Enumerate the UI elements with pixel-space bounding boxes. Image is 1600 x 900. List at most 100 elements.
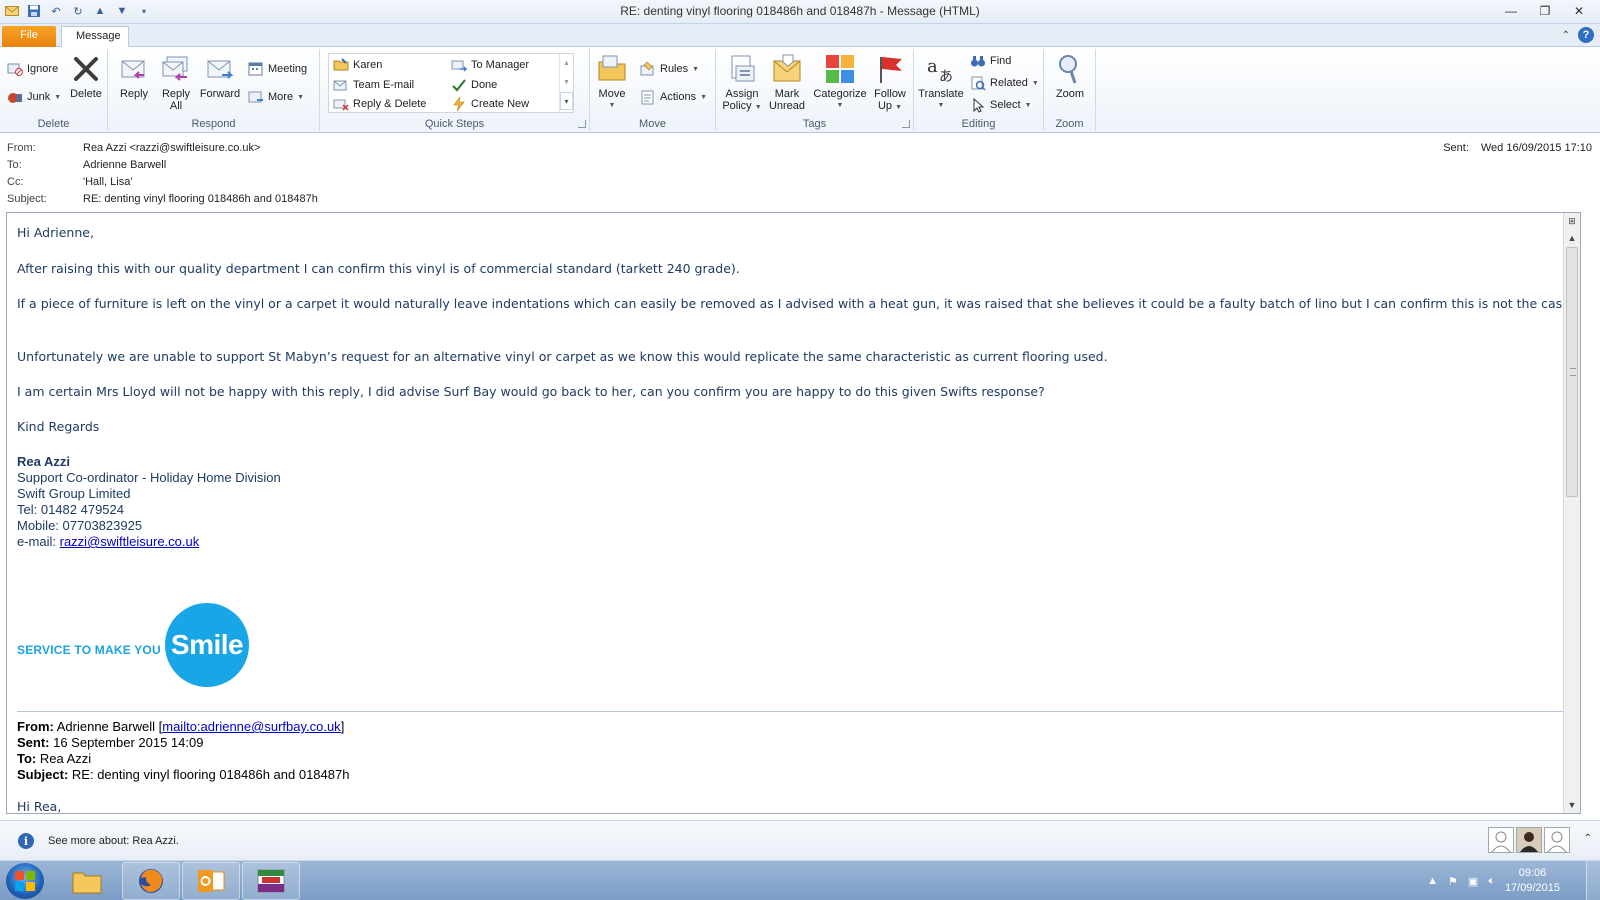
minimize-button[interactable]: — — [1494, 0, 1528, 22]
taskbar-firefox[interactable] — [122, 862, 180, 900]
signature-email-link[interactable]: razzi@swiftleisure.co.uk — [60, 534, 200, 549]
ribbon: Ignore Junk ▼ Delete Delete Reply Reply … — [0, 47, 1600, 133]
scroll-down-icon[interactable]: ▼ — [1564, 797, 1580, 813]
binoculars-icon — [971, 56, 985, 67]
gallery-down-icon[interactable]: ▼ — [560, 73, 573, 92]
quickstep-team-email[interactable]: Team E-mail — [333, 77, 414, 93]
avatar[interactable] — [1544, 827, 1570, 853]
tab-message[interactable]: Message — [61, 26, 129, 47]
related-button[interactable]: Related ▼ — [970, 75, 1039, 91]
quickstep-create-new[interactable]: Create New — [451, 96, 529, 112]
rules-label: Rules — [660, 63, 689, 75]
sent-label: Sent: — [1443, 142, 1469, 154]
delete-button[interactable]: Delete — [66, 53, 106, 100]
tags-group: Assign Policy ▼ Mark Unread Categorize ▼… — [716, 49, 914, 131]
chevron-down-icon: ▼ — [1024, 101, 1032, 109]
gallery-up-icon[interactable]: ▲ — [560, 54, 573, 73]
tab-file[interactable]: File — [2, 26, 56, 47]
original-greeting: Hi Rea, — [17, 799, 62, 814]
zoom-label: Zoom — [1055, 88, 1085, 100]
forward-icon — [207, 60, 234, 79]
junk-button[interactable]: Junk ▼ — [7, 89, 61, 105]
message-body[interactable]: Hi Adrienne, After raising this with our… — [6, 212, 1581, 814]
quickstep-done[interactable]: Done — [451, 77, 497, 93]
maximize-button[interactable]: ❐ — [1528, 0, 1562, 22]
assign-policy-label-2: Policy — [722, 100, 752, 112]
categorize-button[interactable]: Categorize ▼ — [810, 53, 870, 112]
quickstep-reply-delete-icon — [333, 99, 349, 111]
show-desktop-button[interactable] — [1586, 861, 1600, 900]
see-more-text[interactable]: See more about: Rea Azzi. — [48, 835, 179, 847]
find-label: Find — [990, 55, 1012, 67]
ignore-label: Ignore — [27, 63, 59, 75]
volume-icon[interactable]: 🔈︎ — [1488, 875, 1495, 888]
forward-button[interactable]: Forward — [198, 53, 242, 100]
gallery-expand-icon[interactable]: ▾ — [560, 92, 573, 110]
avatar[interactable] — [1488, 827, 1514, 853]
reply-button[interactable]: Reply — [114, 53, 154, 100]
quickstep-reply-delete[interactable]: Reply & Delete — [333, 96, 426, 112]
signature-mobile: Mobile: 07703823925 — [17, 518, 143, 533]
meeting-button[interactable]: Meeting — [248, 61, 307, 77]
translate-button[interactable]: aあ Translate ▼ — [916, 53, 966, 112]
assign-policy-button[interactable]: Assign Policy ▼ — [720, 53, 764, 114]
original-message-divider — [17, 711, 1577, 712]
chevron-down-icon: ▼ — [836, 102, 844, 109]
show-hidden-icons-icon[interactable]: ▲ — [1427, 875, 1438, 887]
original-subject-label: Subject: — [17, 767, 69, 782]
more-respond-icon — [248, 91, 263, 103]
original-to-row: To: Rea Azzi — [17, 751, 91, 766]
move-folder-icon — [598, 55, 626, 81]
paragraph-2: If a piece of furniture is left on the v… — [17, 296, 1574, 311]
action-center-flag-icon[interactable]: ⚑ — [1448, 875, 1458, 888]
reply-all-icon — [162, 56, 188, 81]
original-from-label: From: — [17, 719, 54, 734]
assign-policy-icon — [731, 55, 755, 82]
minimize-ribbon-icon[interactable]: ⌃ — [1562, 30, 1570, 41]
logo-text: SERVICE TO MAKE YOU — [17, 643, 161, 657]
folder-icon — [72, 872, 102, 894]
taskbar-outlook[interactable] — [182, 862, 240, 900]
quickstep-to-manager[interactable]: To Manager — [451, 57, 529, 73]
network-icon[interactable]: ▣ — [1468, 875, 1478, 888]
find-button[interactable]: Find — [970, 53, 1011, 69]
chevron-down-icon: ▼ — [54, 93, 62, 101]
reply-all-label-1: Reply — [161, 88, 191, 100]
vertical-scrollbar[interactable]: ⊞ ▲ ▼ — [1563, 213, 1580, 813]
move-button[interactable]: Move ▼ — [594, 53, 630, 112]
from-value[interactable]: Rea Azzi <razzi@swiftleisure.co.uk> — [83, 142, 260, 158]
quick-steps-group-label: Quick Steps — [424, 118, 485, 130]
reply-all-button[interactable]: Reply All — [156, 53, 196, 112]
scroll-up-icon[interactable]: ▲ — [1564, 230, 1580, 246]
ignore-button[interactable]: Ignore — [7, 61, 58, 77]
outlook-icon — [198, 870, 225, 892]
rules-button[interactable]: Rules ▼ — [640, 61, 699, 77]
to-value[interactable]: Adrienne Barwell — [83, 159, 166, 175]
cc-value[interactable]: 'Hall, Lisa' — [83, 176, 132, 192]
follow-up-button[interactable]: Follow Up ▼ — [870, 53, 910, 114]
select-label: Select — [990, 99, 1021, 111]
zoom-button[interactable]: Zoom — [1050, 53, 1090, 100]
translate-label: Translate — [918, 88, 964, 100]
split-view-icon[interactable]: ⊞ — [1564, 213, 1580, 229]
avatar[interactable] — [1516, 827, 1542, 853]
quickstep-karen[interactable]: Karen — [333, 57, 382, 73]
quickstep-team-email-label: Team E-mail — [353, 79, 415, 91]
original-to-value: Rea Azzi — [36, 751, 92, 766]
close-button[interactable]: ✕ — [1562, 0, 1596, 22]
system-clock[interactable]: 09:06 17/09/2015 — [1505, 866, 1560, 896]
original-subject-value: RE: denting vinyl flooring 018486h and 0… — [68, 767, 350, 782]
more-respond-button[interactable]: More ▼ — [248, 89, 304, 105]
person-icon — [1547, 831, 1567, 852]
actions-button[interactable]: Actions ▼ — [640, 89, 707, 105]
help-icon[interactable]: ? — [1578, 27, 1594, 43]
mark-unread-button[interactable]: Mark Unread — [766, 53, 808, 112]
original-from-link[interactable]: mailto:adrienne@surfbay.co.uk — [162, 719, 340, 734]
cc-row: Cc: 'Hall, Lisa' — [7, 176, 132, 192]
expand-people-pane-icon[interactable]: ⌃ — [1584, 833, 1592, 844]
scroll-thumb[interactable] — [1566, 247, 1578, 497]
taskbar-sage[interactable] — [242, 862, 300, 900]
start-button[interactable] — [6, 863, 44, 899]
select-button[interactable]: Select ▼ — [970, 97, 1032, 113]
taskbar-explorer[interactable] — [58, 862, 116, 900]
